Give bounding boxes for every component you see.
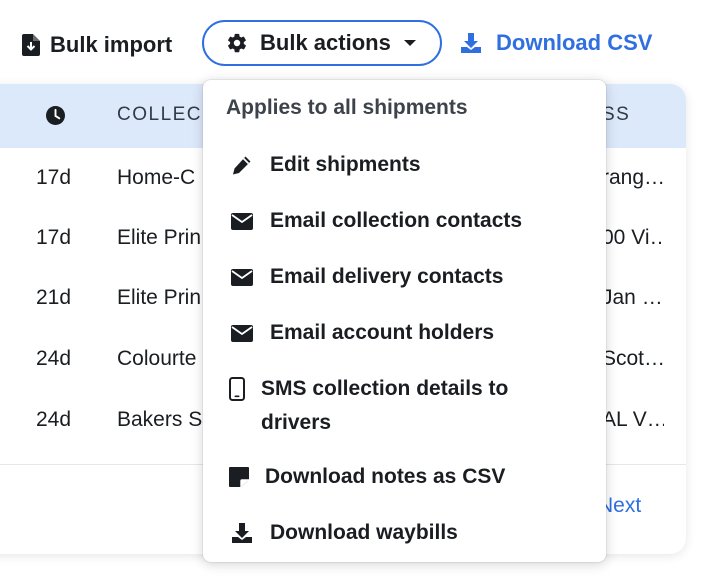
- bulk-actions-menu: Applies to all shipments Edit shipments …: [203, 80, 606, 562]
- collection-cell: Bakers S: [117, 408, 203, 431]
- menu-item-sms-collection-details[interactable]: SMS collection details to drivers: [203, 372, 606, 442]
- envelope-icon: [230, 324, 254, 342]
- menu-item-label: Edit shipments: [270, 153, 421, 176]
- menu-item-label: Email account holders: [270, 321, 495, 344]
- gear-icon: [228, 33, 246, 53]
- menu-item-label-line2: drivers: [261, 411, 332, 434]
- collection-cell: Elite Prin: [117, 226, 202, 249]
- bulk-actions-button[interactable]: Bulk actions: [202, 20, 442, 66]
- clock-icon: [46, 106, 65, 125]
- collection-cell: Elite Prin: [117, 286, 202, 309]
- download-csv-button[interactable]: Download CSV: [460, 28, 652, 58]
- age-cell: 24d: [36, 408, 72, 431]
- age-cell: 24d: [36, 347, 72, 370]
- menu-item-label: Email delivery contacts: [270, 265, 504, 288]
- menu-item-label: SMS collection details to drivers: [261, 372, 508, 440]
- toolbar: Bulk import Bulk actions Download CSV: [0, 20, 704, 70]
- menu-heading: Applies to all shipments: [226, 96, 468, 119]
- age-cell: 17d: [36, 226, 72, 249]
- age-cell: 17d: [36, 166, 72, 189]
- menu-item-label-line1: SMS collection details to: [261, 377, 509, 400]
- menu-item-download-notes-csv[interactable]: Download notes as CSV: [203, 462, 606, 492]
- menu-item-label: Download waybills: [270, 521, 458, 544]
- address-cell: Scot…: [602, 347, 664, 370]
- envelope-icon: [230, 268, 254, 286]
- envelope-icon: [230, 212, 254, 230]
- menu-item-label: Email collection contacts: [270, 209, 523, 232]
- collection-cell: Colourte: [117, 347, 197, 370]
- menu-item-download-waybills[interactable]: Download waybills: [203, 518, 606, 548]
- menu-item-email-account-holders[interactable]: Email account holders: [203, 318, 606, 348]
- download-csv-label: Download CSV: [496, 30, 653, 55]
- address-cell: AL V…: [602, 408, 664, 431]
- download-icon: [461, 33, 481, 53]
- download-icon: [230, 522, 254, 544]
- file-import-icon: [22, 34, 40, 56]
- collection-column-header[interactable]: COLLEC: [117, 104, 202, 126]
- address-cell: Jan …: [602, 286, 663, 309]
- age-cell: 21d: [36, 286, 72, 309]
- sticky-note-icon: [227, 466, 251, 488]
- address-cell: rang…: [602, 166, 664, 189]
- collection-cell: Home-C: [117, 166, 196, 189]
- pencil-icon: [230, 154, 254, 176]
- bulk-import-label: Bulk import: [50, 32, 173, 57]
- menu-item-email-collection-contacts[interactable]: Email collection contacts: [203, 206, 606, 236]
- bulk-import-button[interactable]: Bulk import: [22, 30, 172, 60]
- menu-item-label: Download notes as CSV: [265, 465, 506, 488]
- bulk-actions-label: Bulk actions: [260, 30, 391, 55]
- caret-down-icon: [403, 40, 416, 46]
- menu-item-email-delivery-contacts[interactable]: Email delivery contacts: [203, 262, 606, 292]
- address-column-header[interactable]: SS: [602, 104, 630, 126]
- menu-item-edit-shipments[interactable]: Edit shipments: [203, 150, 606, 180]
- address-cell: 00 Vi…: [602, 226, 664, 249]
- mobile-phone-icon: [225, 377, 249, 401]
